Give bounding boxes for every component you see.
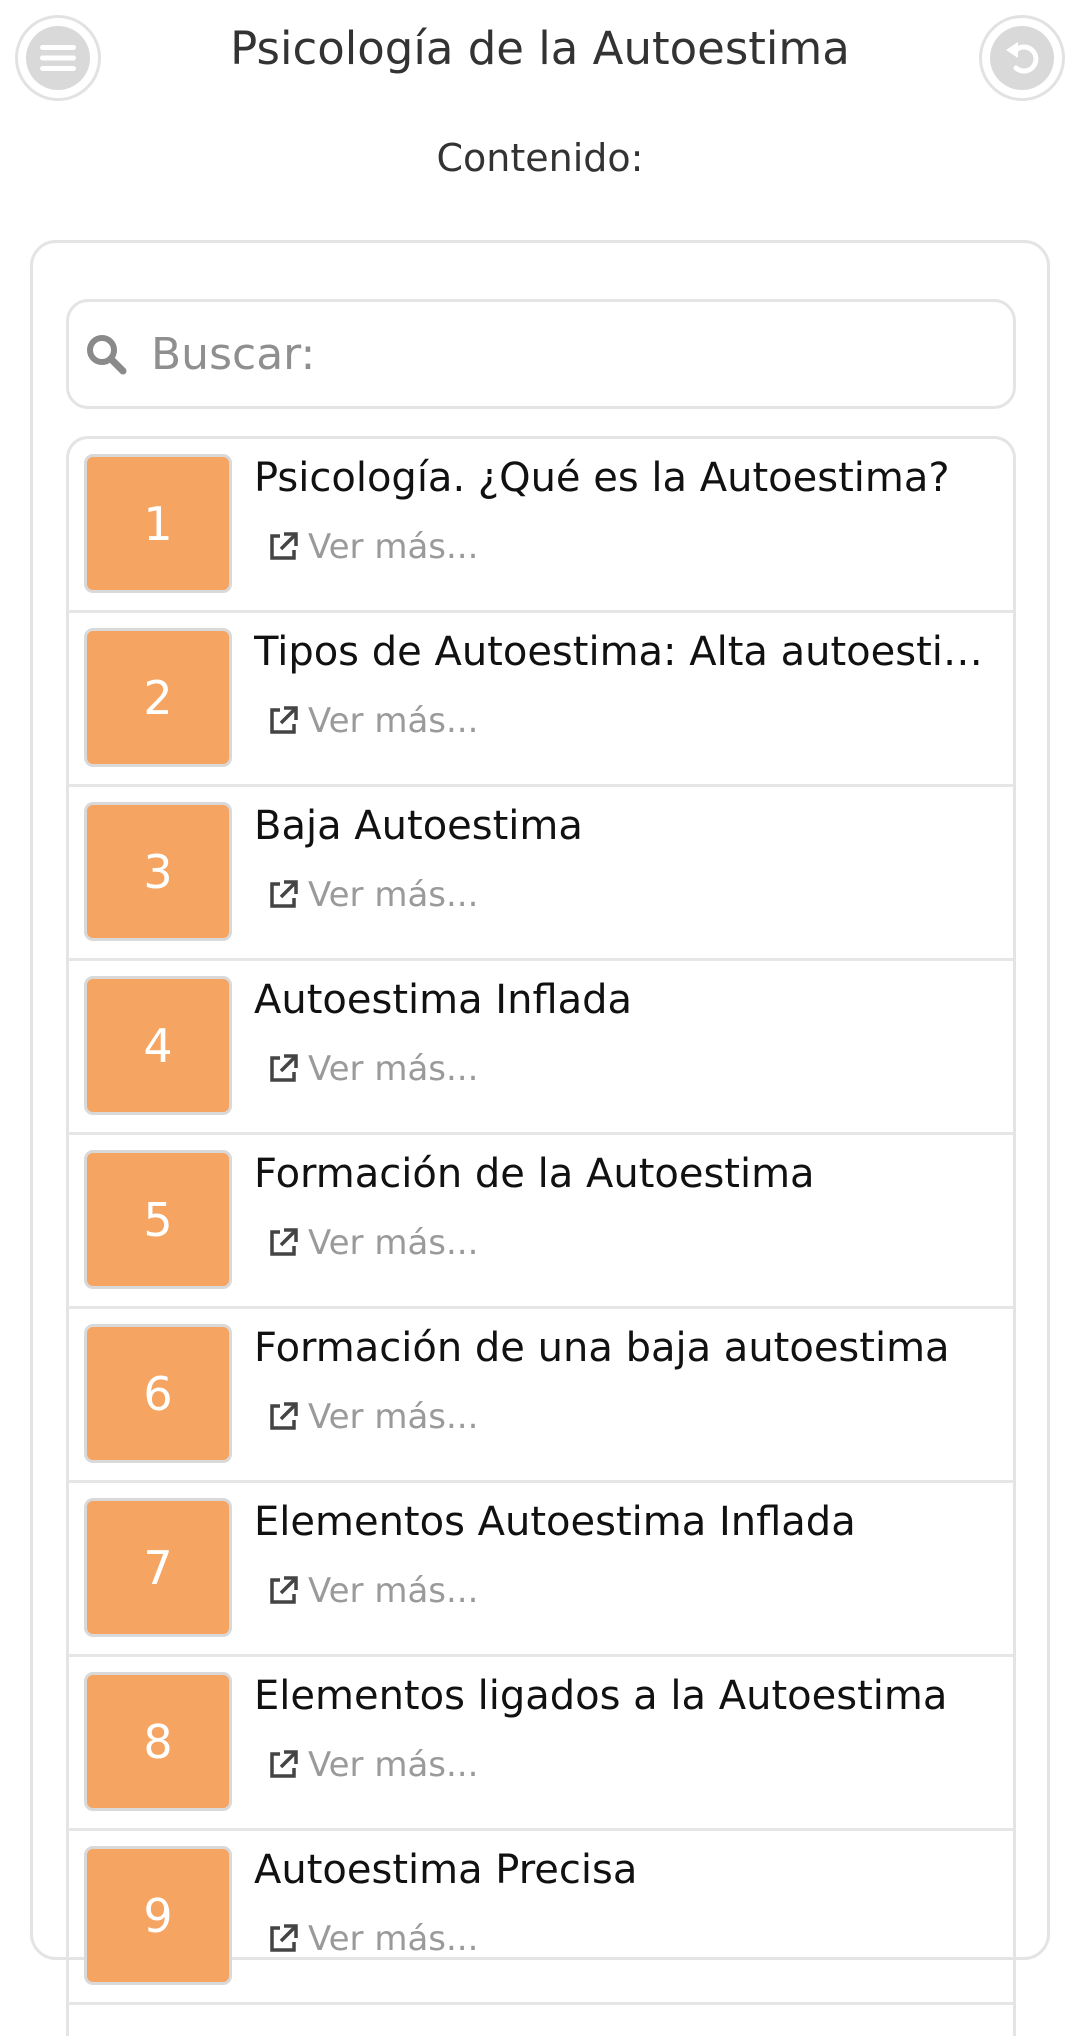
item-title: Autoestima Precisa — [254, 1847, 638, 1893]
page-title: Psicología de la Autoestima — [230, 22, 850, 75]
see-more-label: Ver más... — [308, 1571, 479, 1611]
see-more-link[interactable]: Ver más... — [264, 1223, 478, 1263]
list-item[interactable]: 2 Tipos de Autoestima: Alta autoestima V… — [69, 613, 1013, 787]
item-number-badge: 8 — [84, 1672, 232, 1811]
see-more-link[interactable]: Ver más... — [264, 1745, 478, 1785]
external-link-icon — [264, 1572, 302, 1610]
list-item[interactable]: 8 Elementos ligados a la Autoestima Ver … — [69, 1657, 1013, 1831]
item-number-badge: 3 — [84, 802, 232, 941]
external-link-icon — [264, 528, 302, 566]
see-more-link[interactable]: Ver más... — [264, 1571, 478, 1611]
see-more-link[interactable]: Ver más... — [264, 875, 478, 915]
content-panel: 1 Psicología. ¿Qué es la Autoestima? Ver… — [30, 240, 1050, 2036]
list-item[interactable]: 1 Psicología. ¿Qué es la Autoestima? Ver… — [69, 439, 1013, 613]
search-input[interactable] — [151, 328, 971, 380]
item-title: Formación de una baja autoestima — [254, 1325, 950, 1371]
external-link-icon — [264, 702, 302, 740]
see-more-label: Ver más... — [308, 1919, 479, 1959]
item-title: Formación de la Autoestima — [254, 1151, 815, 1197]
search-box[interactable] — [66, 299, 1016, 409]
external-link-icon — [264, 1398, 302, 1436]
item-title: Baja Autoestima — [254, 803, 583, 849]
see-more-link[interactable]: Ver más... — [264, 1397, 478, 1437]
see-more-label: Ver más... — [308, 701, 479, 741]
see-more-label: Ver más... — [308, 1397, 479, 1437]
list-item[interactable]: 4 Autoestima Inflada Ver más... — [69, 961, 1013, 1135]
item-title: Elementos ligados a la Autoestima — [254, 1673, 948, 1719]
item-number-badge: 4 — [84, 976, 232, 1115]
hamburger-menu-icon — [26, 26, 90, 90]
see-more-link[interactable]: Ver más... — [264, 1919, 478, 1959]
list-item[interactable]: 9 Autoestima Precisa Ver más... — [69, 1831, 1013, 2005]
item-number-badge: 7 — [84, 1498, 232, 1637]
item-number-badge: 1 — [84, 454, 232, 593]
see-more-link[interactable]: Ver más... — [264, 1049, 478, 1089]
item-number-badge: 5 — [84, 1150, 232, 1289]
item-title: Psicología. ¿Qué es la Autoestima? — [254, 455, 950, 501]
item-title: Autoestima Inflada — [254, 977, 633, 1023]
item-title: Elementos Autoestima Inflada — [254, 1499, 856, 1545]
back-button[interactable] — [979, 15, 1065, 101]
see-more-label: Ver más... — [308, 1745, 479, 1785]
external-link-icon — [264, 1920, 302, 1958]
see-more-link[interactable]: Ver más... — [264, 527, 478, 567]
see-more-label: Ver más... — [308, 1223, 479, 1263]
content-heading: Contenido: — [436, 136, 644, 180]
external-link-icon — [264, 1050, 302, 1088]
list-item[interactable]: 3 Baja Autoestima Ver más... — [69, 787, 1013, 961]
external-link-icon — [264, 1746, 302, 1784]
item-title: Tipos de Autoestima: Alta autoestima — [254, 629, 994, 675]
external-link-icon — [264, 876, 302, 914]
list-item[interactable]: 6 Formación de una baja autoestima Ver m… — [69, 1309, 1013, 1483]
list-item[interactable]: 5 Formación de la Autoestima Ver más... — [69, 1135, 1013, 1309]
see-more-label: Ver más... — [308, 875, 479, 915]
item-number-badge: 2 — [84, 628, 232, 767]
item-number-badge: 9 — [84, 1846, 232, 1985]
content-list: 1 Psicología. ¿Qué es la Autoestima? Ver… — [66, 436, 1016, 2036]
see-more-label: Ver más... — [308, 527, 479, 567]
see-more-label: Ver más... — [308, 1049, 479, 1089]
item-number-badge: 6 — [84, 1324, 232, 1463]
see-more-link[interactable]: Ver más... — [264, 701, 478, 741]
external-link-icon — [264, 1224, 302, 1262]
undo-arrow-icon — [990, 26, 1054, 90]
list-item[interactable]: 7 Elementos Autoestima Inflada Ver más..… — [69, 1483, 1013, 1657]
menu-button[interactable] — [15, 15, 101, 101]
app-header: Psicología de la Autoestima — [0, 0, 1080, 118]
search-icon — [83, 331, 129, 377]
